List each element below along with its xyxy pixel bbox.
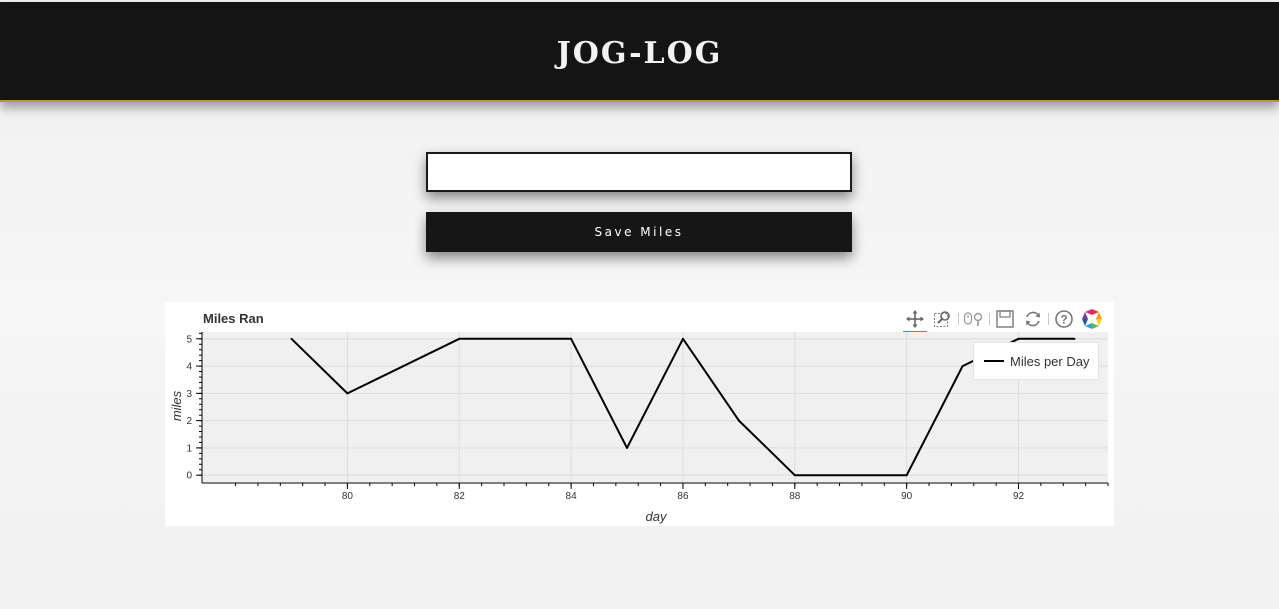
data-point [961, 365, 964, 368]
data-point [290, 337, 293, 340]
miles-chart: Miles Ran ? 80 82 84 86 88 90 92 0 1 2 3… [165, 302, 1114, 526]
x-tick-label: 82 [454, 491, 466, 502]
x-tick-label: 84 [566, 491, 578, 502]
x-tick-label: 80 [342, 491, 354, 502]
chart-canvas[interactable]: 80 82 84 86 88 90 92 0 1 2 3 4 5 day miles [165, 302, 1114, 526]
x-tick-label: 88 [789, 491, 801, 502]
legend-label: Miles per Day [1010, 353, 1090, 369]
y-tick-label: 3 [186, 389, 192, 400]
y-tick-label: 0 [186, 471, 192, 482]
x-tick-label: 86 [677, 491, 689, 502]
y-tick-label: 2 [186, 416, 192, 427]
y-tick-label: 4 [186, 362, 192, 373]
data-point [1017, 337, 1020, 340]
save-miles-button[interactable]: Save Miles [426, 212, 852, 252]
data-point [681, 337, 684, 340]
data-point [905, 474, 908, 477]
x-tick-label: 92 [1013, 491, 1025, 502]
y-tick-label: 1 [186, 443, 192, 454]
miles-input[interactable] [426, 152, 852, 192]
data-point [458, 337, 461, 340]
legend-line-swatch [984, 360, 1004, 362]
data-point [1073, 337, 1076, 340]
data-point [626, 446, 629, 449]
chart-legend[interactable]: Miles per Day [973, 342, 1099, 380]
x-axis-label: day [646, 509, 668, 524]
data-point [737, 419, 740, 422]
y-tick-label: 5 [186, 334, 192, 345]
data-point [346, 392, 349, 395]
x-tick-label: 90 [901, 491, 913, 502]
data-point [570, 337, 573, 340]
app-title: JOG-LOG [556, 35, 723, 71]
data-point [793, 474, 796, 477]
y-axis-label: miles [169, 390, 184, 421]
app-header: JOG-LOG [0, 2, 1279, 102]
